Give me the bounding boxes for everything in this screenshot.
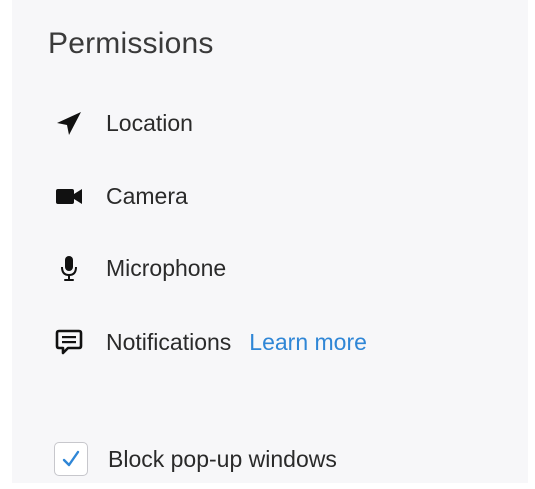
permission-camera[interactable]: Camera [54,176,188,216]
block-popups-row[interactable]: Block pop-up windows [54,437,337,481]
permissions-heading: Permissions [48,27,214,60]
permission-camera-label: Camera [106,182,188,209]
block-popups-checkbox[interactable] [54,442,88,476]
permissions-panel: Permissions Location Camera Microphone N… [12,0,528,483]
learn-more-link[interactable]: Learn more [249,329,367,356]
camera-icon [54,181,84,211]
permission-location-label: Location [106,109,193,136]
permission-location[interactable]: Location [54,103,193,143]
checkmark-icon [62,450,80,467]
block-popups-label: Block pop-up windows [108,445,337,472]
permission-notifications-label: Notifications [106,328,232,355]
permission-notifications[interactable]: Notifications Learn more [54,322,367,362]
microphone-icon [54,253,84,283]
location-arrow-icon [54,108,84,138]
permission-microphone[interactable]: Microphone [54,248,226,288]
notifications-icon [54,327,84,357]
permission-microphone-label: Microphone [106,254,227,281]
